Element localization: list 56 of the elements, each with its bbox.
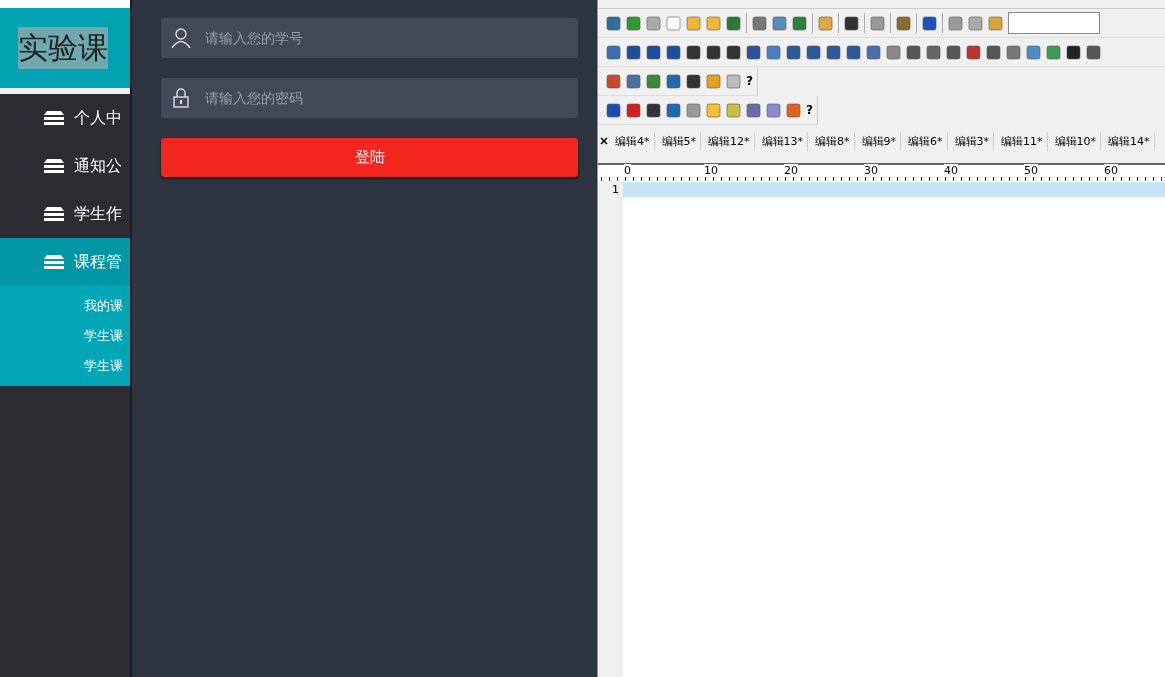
layers-icon <box>44 159 64 173</box>
document-tab[interactable]: 编辑11* <box>997 131 1048 151</box>
toolbar-icon[interactable] <box>666 44 681 60</box>
toolbar-icon[interactable] <box>646 102 661 118</box>
close-icon[interactable] <box>600 137 608 145</box>
toolbar-icon[interactable] <box>706 44 721 60</box>
toolbar-icon[interactable] <box>646 44 661 60</box>
help-button[interactable]: ? <box>806 103 813 117</box>
ruler-label: 10 <box>704 164 718 177</box>
toolbar-icon[interactable] <box>922 15 937 31</box>
toolbar-icon[interactable] <box>1086 44 1101 60</box>
document-tab[interactable]: 编辑3* <box>950 131 994 151</box>
ruler-label: 0 <box>624 164 631 177</box>
ruler-label: 40 <box>944 164 958 177</box>
ruler-label: 60 <box>1104 164 1118 177</box>
toolbar-icon[interactable] <box>606 102 621 118</box>
ruler-label: 30 <box>864 164 878 177</box>
document-tab[interactable]: 编辑12* <box>704 131 755 151</box>
nav-item[interactable]: 学生作 <box>0 190 130 238</box>
toolbar-icon[interactable] <box>846 44 861 60</box>
document-tab[interactable]: 编辑4* <box>611 131 655 151</box>
toolbar-icon[interactable] <box>686 44 701 60</box>
user-icon <box>171 28 191 48</box>
toolbar-icon[interactable] <box>826 44 841 60</box>
toolbar-icon[interactable] <box>726 44 741 60</box>
layers-icon <box>44 255 64 269</box>
toolbar-icon[interactable] <box>626 44 641 60</box>
line-number: 1 <box>611 183 619 196</box>
toolbar-icon[interactable] <box>686 73 701 89</box>
layers-icon <box>44 207 64 221</box>
toolbar-icon[interactable] <box>746 44 761 60</box>
nav-item[interactable]: 课程管 <box>0 238 130 286</box>
document-tab[interactable]: 编辑13* <box>757 131 808 151</box>
toolbar-icon[interactable] <box>1066 44 1081 60</box>
ruler-label: 20 <box>784 164 798 177</box>
document-tab[interactable]: 编辑10* <box>1050 131 1101 151</box>
toolbar-icon[interactable] <box>844 15 859 31</box>
document-tab[interactable]: 编辑14* <box>1104 131 1155 151</box>
toolbar-icon[interactable] <box>786 44 801 60</box>
toolbar-icon[interactable] <box>906 44 921 60</box>
login-button[interactable]: 登陆 <box>161 138 578 177</box>
lock-icon <box>171 88 191 108</box>
layers-icon <box>44 111 64 125</box>
document-tab[interactable]: 编辑6* <box>904 131 948 151</box>
document-tab[interactable]: 编辑5* <box>657 131 701 151</box>
toolbar-icon[interactable] <box>946 44 961 60</box>
document-tab[interactable]: 编辑8* <box>811 131 855 151</box>
document-tab[interactable]: 编辑9* <box>857 131 901 151</box>
help-button[interactable]: ? <box>746 74 753 88</box>
nav-item[interactable]: 通知公 <box>0 142 130 190</box>
toolbar-icon[interactable] <box>806 44 821 60</box>
nav-item[interactable]: 个人中 <box>0 94 130 142</box>
ruler-label: 50 <box>1024 164 1038 177</box>
toolbar-icon[interactable] <box>986 44 1001 60</box>
site-title: 实验课 <box>18 27 108 69</box>
combo-field[interactable] <box>1008 12 1100 34</box>
